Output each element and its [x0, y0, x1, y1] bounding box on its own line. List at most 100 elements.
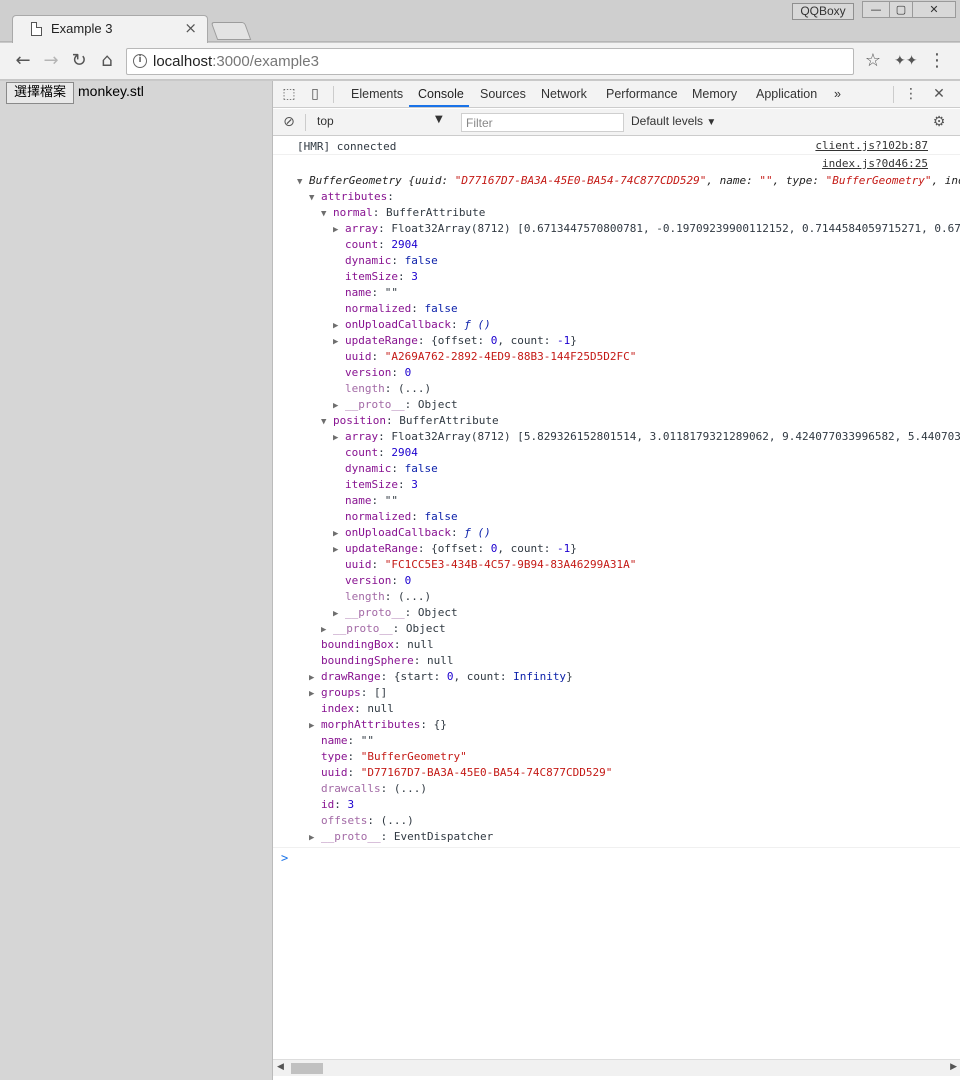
tree-row[interactable]: ▶ __proto__: EventDispatcher	[309, 829, 493, 845]
collapse-triangle-icon[interactable]: ▼	[297, 174, 309, 190]
expand-triangle-icon[interactable]: ▶	[333, 526, 345, 542]
expand-triangle-icon[interactable]: ▶	[333, 542, 345, 558]
collapse-triangle-icon[interactable]: ▼	[321, 414, 333, 430]
expand-triangle-icon[interactable]: ▶	[333, 430, 345, 446]
user-profile-badge[interactable]: QQBoxy	[792, 3, 854, 20]
horizontal-scrollbar[interactable]: ◀ ▶	[273, 1059, 960, 1076]
tree-token: array	[345, 222, 379, 235]
tree-token: : ""	[371, 286, 399, 299]
reload-icon[interactable]: ↻	[68, 50, 90, 72]
inspect-element-icon[interactable]: ⬚	[281, 86, 297, 102]
tree-token: 3	[347, 798, 355, 811]
console-message-source-link[interactable]: index.js?0d46:25	[822, 157, 928, 170]
tree-row[interactable]: ▶ array: Float32Array(8712) [5.8293261528…	[333, 429, 960, 445]
tree-token: : Float32Array(8712) [0.6713447570800781…	[378, 222, 960, 235]
tab-sources[interactable]: Sources	[480, 87, 526, 101]
tree-row[interactable]: ▶ updateRange: {offset: 0, count: -1}	[333, 333, 577, 349]
tab-close-icon[interactable]: ×	[184, 19, 197, 37]
minimize-button[interactable]: —	[862, 1, 890, 18]
close-window-button[interactable]: ✕	[912, 1, 956, 18]
tree-token: 3	[411, 478, 418, 491]
devtools-menu-icon[interactable]: ⋮	[903, 86, 919, 102]
tree-row: count: 2904	[333, 237, 418, 253]
tree-row[interactable]: ▶ drawRange: {start: 0, count: Infinity}	[309, 669, 573, 685]
console-output: [HMR] connected client.js?102b:87 index.…	[273, 137, 960, 1057]
clear-console-icon[interactable]: ⊘	[281, 114, 297, 130]
tree-token: ƒ ()	[464, 318, 491, 331]
address-bar[interactable]: i localhost:3000/example3	[126, 48, 854, 75]
tab-title: Example 3	[51, 21, 113, 36]
tree-row[interactable]: ▼ normal: BufferAttribute	[321, 205, 485, 221]
tree-row[interactable]: ▼ attributes:	[309, 189, 394, 205]
tree-row[interactable]: ▶ __proto__: Object	[321, 621, 446, 637]
tree-token: boundingSphere	[321, 654, 414, 667]
context-selector[interactable]: top	[317, 114, 334, 128]
tab-console[interactable]: Console	[418, 87, 464, 101]
expand-triangle-icon[interactable]: ▶	[321, 622, 333, 638]
collapse-triangle-icon[interactable]: ▼	[309, 190, 321, 206]
tree-token: , count:	[497, 542, 557, 555]
info-icon[interactable]: i	[133, 54, 147, 68]
expand-triangle-icon[interactable]: ▶	[333, 606, 345, 622]
log-levels-dropdown[interactable]: Default levels ▼	[631, 114, 716, 128]
tree-token: , name:	[706, 174, 760, 187]
choose-file-button[interactable]: 選擇檔案	[6, 82, 74, 104]
scroll-left-icon[interactable]: ◀	[277, 1062, 284, 1072]
tree-token: :	[397, 270, 412, 283]
scrollbar-thumb[interactable]	[291, 1063, 323, 1074]
forward-arrow-icon[interactable]: →	[40, 50, 62, 72]
tab-memory[interactable]: Memory	[692, 87, 737, 101]
console-prompt-icon[interactable]: >	[281, 851, 288, 865]
star-icon[interactable]: ☆	[862, 50, 884, 72]
expand-triangle-icon[interactable]: ▶	[309, 670, 321, 686]
expand-triangle-icon[interactable]: ▶	[309, 686, 321, 702]
tree-token: : Object	[404, 398, 458, 411]
expand-triangle-icon[interactable]: ▶	[333, 398, 345, 414]
home-icon[interactable]: ⌂	[96, 50, 118, 72]
tree-token: : []	[360, 686, 388, 699]
expand-triangle-icon[interactable]: ▶	[309, 830, 321, 846]
scroll-right-icon[interactable]: ▶	[950, 1062, 957, 1072]
console-filter-input[interactable]: Filter	[461, 113, 624, 132]
tree-row[interactable]: ▼ position: BufferAttribute	[321, 413, 499, 429]
tree-token: :	[334, 798, 348, 811]
tree-row[interactable]: ▶ onUploadCallback: ƒ ()	[333, 317, 491, 333]
tree-token: updateRange	[345, 542, 418, 555]
tree-row: length: (...)	[333, 381, 431, 397]
expand-triangle-icon[interactable]: ▶	[333, 334, 345, 350]
expand-triangle-icon[interactable]: ▶	[309, 718, 321, 734]
new-tab-button[interactable]	[210, 22, 252, 40]
more-tabs-icon[interactable]: »	[834, 87, 841, 101]
tree-row[interactable]: ▶ array: Float32Array(8712) [0.6713447570…	[333, 221, 960, 237]
collapse-triangle-icon[interactable]: ▼	[321, 206, 333, 222]
tree-row[interactable]: ▶ __proto__: Object	[333, 397, 458, 413]
back-arrow-icon[interactable]: ←	[12, 50, 34, 72]
tree-row[interactable]: ▶ morphAttributes: {}	[309, 717, 447, 733]
console-message-source-link[interactable]: client.js?102b:87	[815, 139, 928, 152]
maximize-button[interactable]: ▢	[889, 1, 913, 18]
extension-icon[interactable]: ✦✦	[894, 50, 917, 72]
tree-row: itemSize: 3	[333, 477, 418, 493]
tab-network[interactable]: Network	[541, 87, 587, 101]
close-devtools-icon[interactable]: ✕	[931, 86, 947, 102]
tree-row[interactable]: ▶ groups: []	[309, 685, 387, 701]
device-toolbar-icon[interactable]: ▯	[307, 86, 323, 102]
browser-tab[interactable]: Example 3 ×	[12, 15, 208, 43]
tab-performance[interactable]: Performance	[606, 87, 678, 101]
tree-token: : {offset:	[417, 542, 491, 555]
tree-row[interactable]: ▶ __proto__: Object	[333, 605, 458, 621]
gear-icon[interactable]: ⚙	[931, 114, 947, 130]
tree-token: "BufferGeometry"	[825, 174, 932, 187]
tree-token: length	[345, 382, 385, 395]
tree-row[interactable]: ▼ BufferGeometry {uuid: "D77167D7-BA3A-45…	[297, 173, 960, 189]
tab-elements[interactable]: Elements	[351, 87, 403, 101]
tree-token: 0	[404, 366, 412, 379]
tree-token: }	[570, 542, 577, 555]
tree-row[interactable]: ▶ onUploadCallback: ƒ ()	[333, 525, 491, 541]
tab-application[interactable]: Application	[756, 87, 817, 101]
expand-triangle-icon[interactable]: ▶	[333, 318, 345, 334]
menu-kebab-icon[interactable]: ⋮	[926, 50, 948, 72]
expand-triangle-icon[interactable]: ▶	[333, 222, 345, 238]
chevron-down-icon[interactable]: ▼	[435, 114, 443, 125]
tree-row[interactable]: ▶ updateRange: {offset: 0, count: -1}	[333, 541, 577, 557]
